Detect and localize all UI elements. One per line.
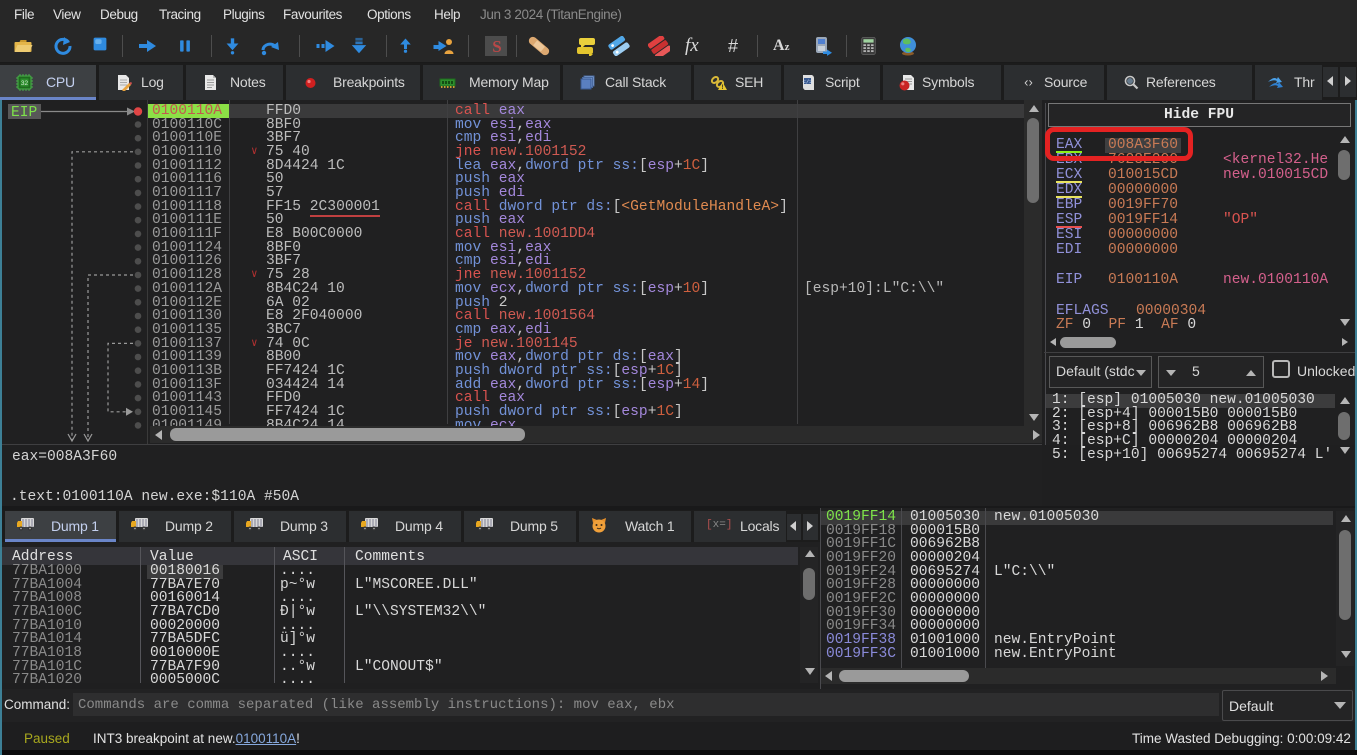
svg-text:S: S (492, 37, 501, 56)
svg-text:EIP: EIP (11, 105, 37, 121)
svg-text:32: 32 (21, 80, 29, 87)
svg-text:</>: </> (803, 79, 813, 86)
svg-text:!: ! (722, 85, 724, 91)
svg-text:‹›: ‹› (1024, 75, 1033, 90)
